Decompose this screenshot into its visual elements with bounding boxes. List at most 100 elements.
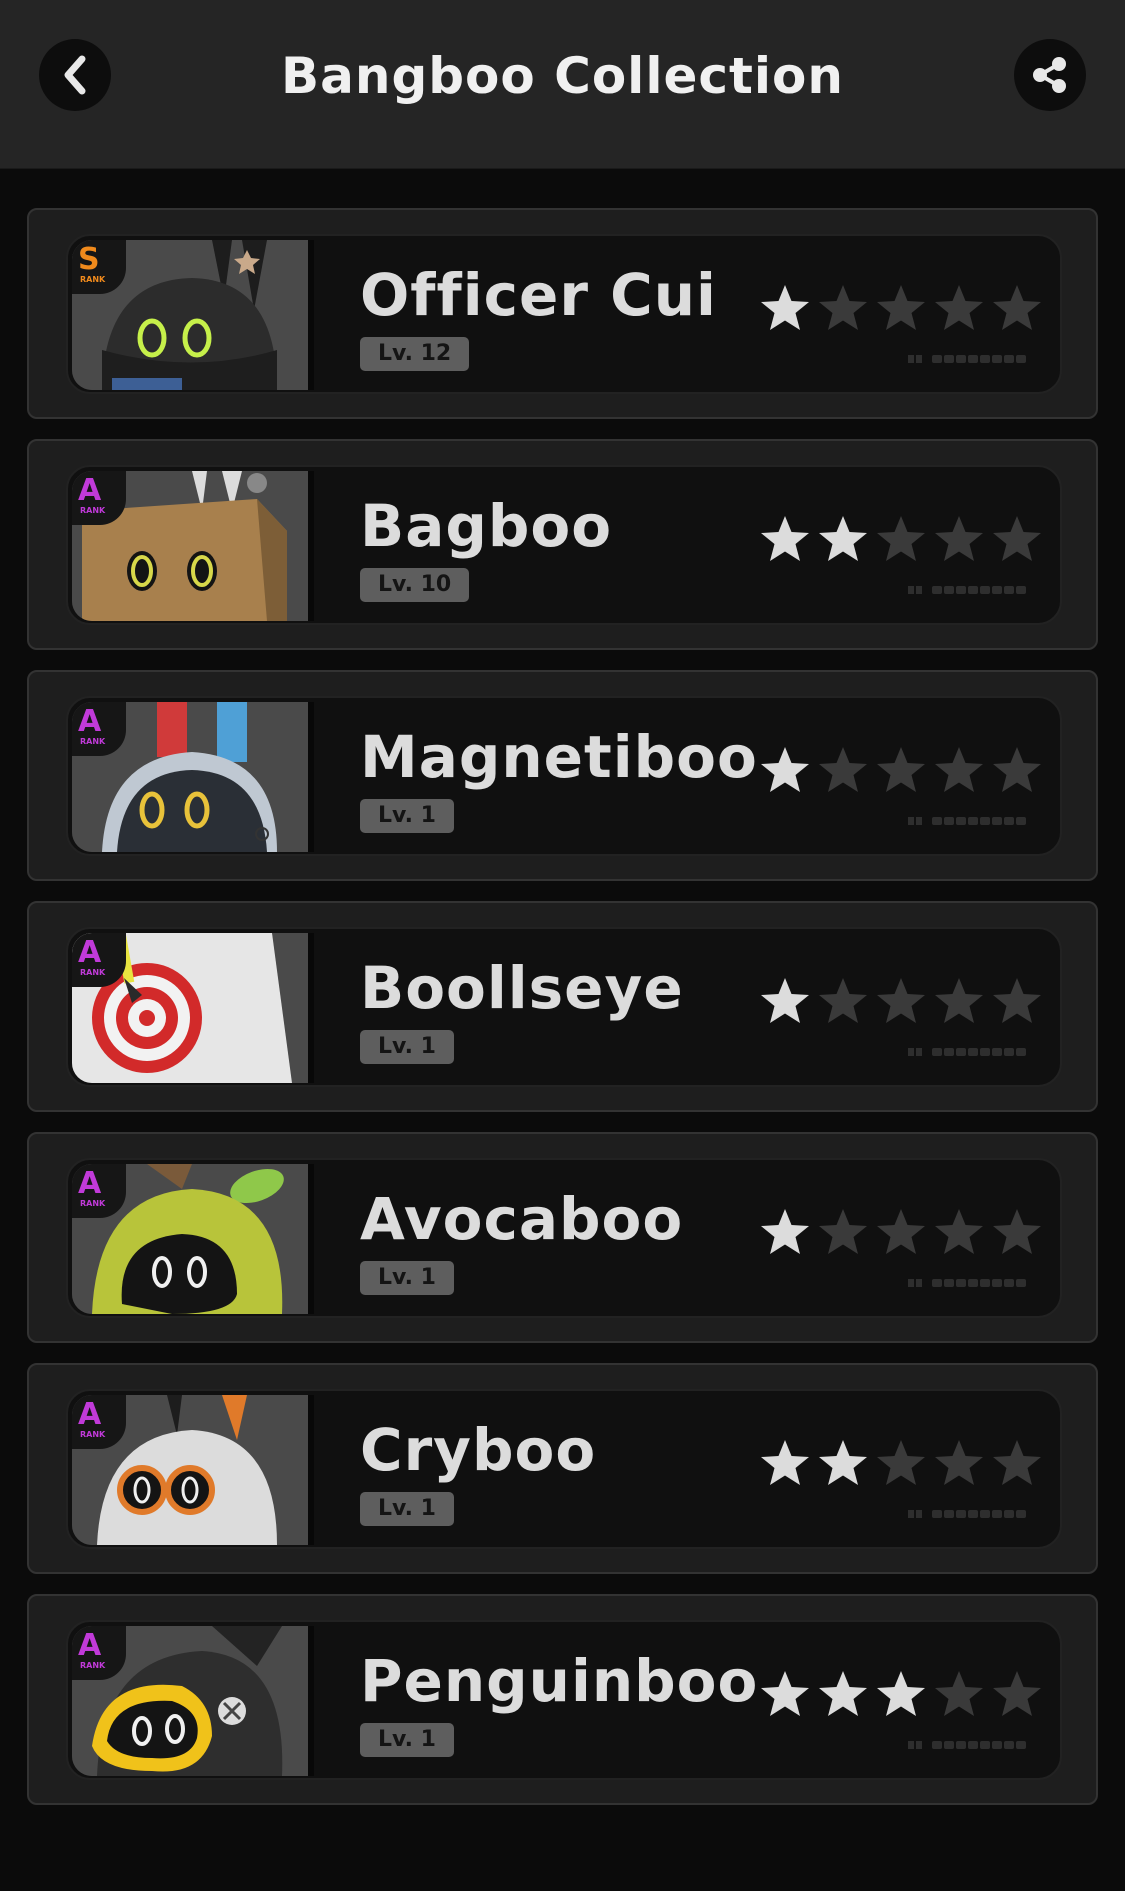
rank-label: RANK [80, 1199, 106, 1208]
bangboo-portrait: A RANK [72, 1395, 314, 1545]
rank-badge: A RANK [72, 1395, 126, 1449]
star-empty-icon [993, 1440, 1041, 1485]
code-mark [908, 355, 1026, 363]
rank-label: RANK [80, 506, 106, 515]
star-filled-icon [761, 516, 809, 561]
bangboo-card[interactable]: A RANK Cryboo Lv. 1 [27, 1363, 1098, 1574]
star-empty-icon [993, 1209, 1041, 1254]
star-rating [758, 975, 1058, 1031]
star-empty-icon [935, 285, 983, 330]
share-icon [1033, 57, 1066, 93]
header-bar: Bangboo Collection [0, 0, 1125, 169]
star-empty-icon [819, 285, 867, 330]
star-empty-icon [935, 1671, 983, 1716]
bangboo-card[interactable]: A RANK Avocaboo Lv. 1 [27, 1132, 1098, 1343]
rank-badge: A RANK [72, 702, 126, 756]
bangboo-name: Avocaboo [360, 1185, 684, 1253]
star-filled-icon [819, 516, 867, 561]
rank-badge: A RANK [72, 1626, 126, 1680]
bangboo-name: Penguinboo [360, 1647, 759, 1715]
rank-badge: A RANK [72, 471, 126, 525]
star-empty-icon [935, 1440, 983, 1485]
code-mark [908, 1279, 1026, 1287]
star-empty-icon [993, 978, 1041, 1023]
bangboo-card-inner: A RANK Cryboo Lv. 1 [66, 1389, 1062, 1549]
bangboo-card-inner: A RANK Penguinboo Lv. 1 [66, 1620, 1062, 1780]
code-mark [908, 1741, 1026, 1749]
rank-label: RANK [80, 737, 106, 746]
star-rating [758, 744, 1058, 800]
star-empty-icon [993, 747, 1041, 792]
star-empty-icon [935, 978, 983, 1023]
bangboo-name: Magnetiboo [360, 723, 758, 791]
bangboo-card[interactable]: A RANK Penguinboo Lv. 1 [27, 1594, 1098, 1805]
star-empty-icon [935, 747, 983, 792]
code-mark [908, 586, 1026, 594]
bangboo-portrait: S RANK [72, 240, 314, 390]
code-mark [908, 1048, 1026, 1056]
rank-letter: A [78, 704, 102, 739]
star-rating [758, 1668, 1058, 1724]
star-empty-icon [935, 1209, 983, 1254]
star-empty-icon [877, 978, 925, 1023]
rank-letter: A [78, 1166, 102, 1201]
star-filled-icon [761, 1671, 809, 1716]
star-filled-icon [761, 285, 809, 330]
bangboo-portrait: A RANK [72, 933, 314, 1083]
share-button[interactable] [1014, 39, 1086, 111]
rank-letter: A [78, 1397, 102, 1432]
code-mark [908, 1510, 1026, 1518]
page-title: Bangboo Collection [281, 47, 844, 105]
rank-letter: A [78, 1628, 102, 1663]
rank-badge: S RANK [72, 240, 126, 294]
bangboo-portrait: A RANK [72, 471, 314, 621]
star-empty-icon [877, 747, 925, 792]
level-badge: Lv. 10 [360, 568, 470, 602]
level-badge: Lv. 1 [360, 1261, 454, 1295]
bangboo-card-inner: A RANK Magnetiboo Lv. 1 [66, 696, 1062, 856]
star-empty-icon [877, 285, 925, 330]
rank-badge: A RANK [72, 1164, 126, 1218]
star-empty-icon [993, 285, 1041, 330]
star-filled-icon [761, 747, 809, 792]
bangboo-name: Cryboo [360, 1416, 597, 1484]
bangboo-card-inner: A RANK Avocaboo Lv. 1 [66, 1158, 1062, 1318]
bangboo-card-inner: A RANK Boollseye Lv. 1 [66, 927, 1062, 1087]
star-empty-icon [877, 1209, 925, 1254]
bangboo-card[interactable]: A RANK Magnetiboo Lv. 1 [27, 670, 1098, 881]
rank-letter: S [78, 242, 100, 277]
star-rating [758, 513, 1058, 569]
star-empty-icon [993, 1671, 1041, 1716]
bangboo-card[interactable]: A RANK Bagboo Lv. 10 [27, 439, 1098, 650]
rank-label: RANK [80, 275, 106, 284]
star-filled-icon [819, 1440, 867, 1485]
star-filled-icon [761, 1209, 809, 1254]
bangboo-card[interactable]: A RANK Boollseye Lv. 1 [27, 901, 1098, 1112]
rank-label: RANK [80, 968, 106, 977]
star-empty-icon [819, 747, 867, 792]
level-badge: Lv. 12 [360, 337, 470, 371]
rank-badge: A RANK [72, 933, 126, 987]
star-empty-icon [819, 978, 867, 1023]
level-badge: Lv. 1 [360, 1030, 454, 1064]
star-rating [758, 1206, 1058, 1262]
rank-letter: A [78, 935, 102, 970]
star-filled-icon [877, 1671, 925, 1716]
star-filled-icon [761, 1440, 809, 1485]
level-badge: Lv. 1 [360, 1723, 454, 1757]
star-empty-icon [993, 516, 1041, 561]
star-empty-icon [877, 516, 925, 561]
rank-letter: A [78, 473, 102, 508]
star-empty-icon [877, 1440, 925, 1485]
star-rating [758, 1437, 1058, 1493]
level-badge: Lv. 1 [360, 799, 454, 833]
bangboo-name: Officer Cui [360, 261, 717, 329]
bangboo-card-inner: S RANK Officer Cui Lv. 12 [66, 234, 1062, 394]
star-filled-icon [819, 1671, 867, 1716]
code-mark [908, 817, 1026, 825]
star-empty-icon [935, 516, 983, 561]
bangboo-portrait: A RANK [72, 702, 314, 852]
star-empty-icon [819, 1209, 867, 1254]
bangboo-card[interactable]: S RANK Officer Cui Lv. 12 [27, 208, 1098, 419]
rank-label: RANK [80, 1661, 106, 1670]
